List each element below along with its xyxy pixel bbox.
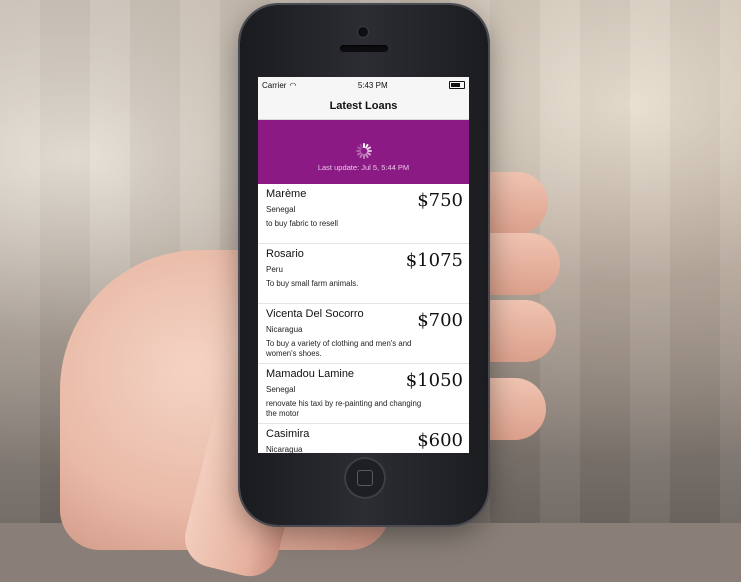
loan-use: renovate his taxi by re-painting and cha… [266,399,422,418]
loan-row[interactable]: Marème Senegal to buy fabric to resell $… [258,184,469,244]
earpiece-speaker [340,45,388,52]
home-button[interactable] [344,457,386,499]
loan-row[interactable]: Rosario Peru To buy small farm animals. … [258,244,469,304]
loan-amount: $1050 [405,370,463,391]
pull-to-refresh[interactable]: Last update: Jul 5, 5:44 PM [258,120,469,184]
loan-use: to buy fabric to resell [266,219,338,228]
loan-row[interactable]: Vicenta Del Socorro Nicaragua To buy a v… [258,304,469,364]
loans-list: Marème Senegal to buy fabric to resell $… [258,184,469,453]
loading-spinner-icon [355,142,372,159]
phone-screen: Carrier ◠ 5:43 PM Latest Loans Last upda… [258,77,469,453]
last-update-label: Last update: Jul 5, 5:44 PM [317,162,410,172]
carrier-label: Carrier [262,80,287,90]
status-time: 5:43 PM [357,80,388,90]
loan-use: To buy small farm animals. [266,279,359,288]
front-camera [358,27,368,37]
wifi-icon: ◠ [289,80,297,90]
status-bar: Carrier ◠ 5:43 PM [258,77,469,93]
page-title: Latest Loans [329,100,398,112]
phone: Carrier ◠ 5:43 PM Latest Loans Last upda… [240,5,488,525]
battery-icon [448,81,465,89]
loan-amount: $750 [417,190,463,211]
loan-amount: $1075 [405,250,463,271]
loan-use: To buy a variety of clothing and men's a… [266,339,412,358]
loan-amount: $700 [417,310,463,331]
loan-row[interactable]: Mamadou Lamine Senegal renovate his taxi… [258,364,469,424]
navigation-bar: Latest Loans [258,93,469,120]
loan-amount: $600 [417,430,463,451]
loan-row[interactable]: Casimira Nicaragua $600 [258,424,469,453]
